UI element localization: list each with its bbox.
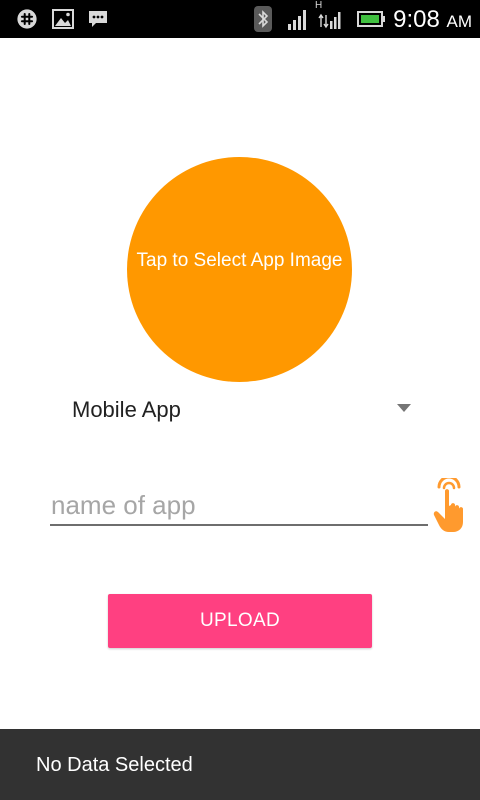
slack-icon [17,9,37,29]
snackbar-message: No Data Selected [36,754,193,776]
gallery-icon [52,9,74,29]
select-app-image-button[interactable]: Tap to Select App Image [127,157,352,382]
app-screen: H 9:08 AM Tap to Select App Image Mobile… [0,0,480,800]
snackbar: No Data Selected [0,729,480,800]
battery-icon [357,11,385,27]
bluetooth-icon [254,6,272,32]
status-bar: H 9:08 AM [0,0,480,38]
dropdown-arrow-icon [397,404,411,412]
signal-icon [288,10,306,30]
touch-hand-icon[interactable] [430,478,472,534]
status-time-value: 9:08 [393,6,440,33]
select-app-image-label: Tap to Select App Image [136,250,343,271]
status-time-ampm: AM [446,12,473,31]
category-spinner[interactable]: Mobile App [50,386,430,434]
status-time: 9:08 AM [393,6,472,36]
signal-icon [318,12,341,29]
spinner-selected-value: Mobile App [72,397,181,422]
app-name-input[interactable] [50,486,428,526]
upload-button[interactable]: UPLOAD [108,594,372,648]
message-icon [89,11,107,27]
